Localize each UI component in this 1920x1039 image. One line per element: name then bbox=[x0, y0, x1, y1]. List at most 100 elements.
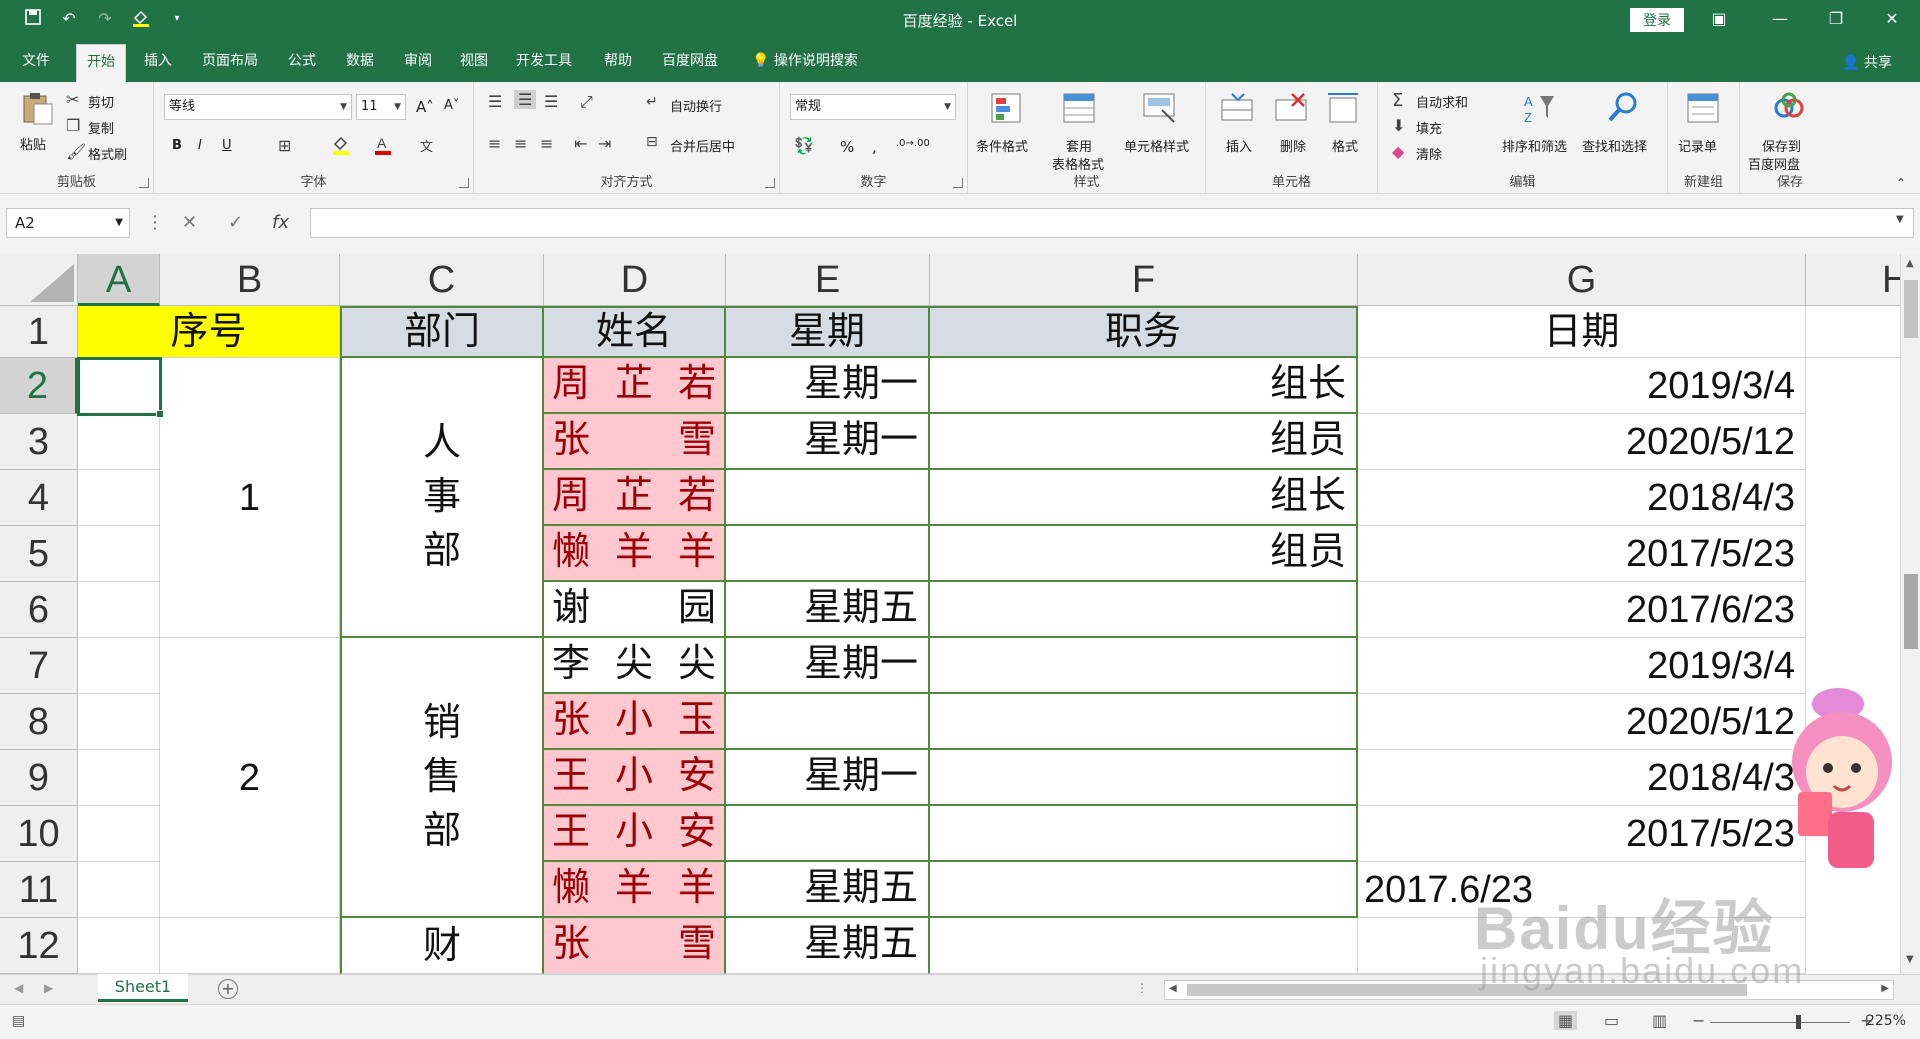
scroll-up-icon[interactable]: ▲ bbox=[1906, 258, 1914, 269]
cut-label[interactable]: 剪切 bbox=[88, 92, 114, 111]
column-header-c[interactable]: C bbox=[340, 254, 544, 306]
tab-split-icon[interactable]: ⋮ bbox=[1136, 981, 1148, 995]
name-cell-r3[interactable]: 张雪 bbox=[544, 414, 726, 470]
column-header-f[interactable]: F bbox=[930, 254, 1358, 306]
minimize-button[interactable]: — bbox=[1752, 0, 1808, 38]
header-cell-date[interactable]: 日期 bbox=[1358, 306, 1806, 358]
worksheet-grid[interactable]: A B C D E F G H 1 2 3 4 5 6 7 8 9 10 11 … bbox=[0, 254, 1900, 974]
name-cell-r4[interactable]: 周芷若 bbox=[544, 470, 726, 526]
cell-a9[interactable] bbox=[78, 750, 160, 806]
copy-label[interactable]: 复制 bbox=[88, 118, 114, 137]
name-cell-r9[interactable]: 王小安 bbox=[544, 750, 726, 806]
row-header-7[interactable]: 7 bbox=[0, 638, 78, 694]
dept-cell-group-2[interactable]: 销 售 部 bbox=[340, 638, 544, 918]
wrap-text-label[interactable]: 自动换行 bbox=[670, 96, 722, 115]
cell-a8[interactable] bbox=[78, 694, 160, 750]
cell-a11[interactable] bbox=[78, 862, 160, 918]
role-cell-r6[interactable] bbox=[930, 582, 1358, 638]
header-cell-seq[interactable]: 序号 bbox=[78, 306, 340, 358]
row-header-5[interactable]: 5 bbox=[0, 526, 78, 582]
align-center-icon[interactable]: ≡ bbox=[514, 134, 527, 153]
tab-home[interactable]: 开始 bbox=[76, 44, 126, 82]
phonetic-icon[interactable]: 文 bbox=[420, 136, 433, 155]
cell-a3[interactable] bbox=[78, 414, 160, 470]
weekday-cell-r11[interactable]: 星期五 bbox=[726, 862, 930, 918]
record-form-button[interactable]: 记录单 bbox=[1674, 88, 1734, 168]
role-cell-r7[interactable] bbox=[930, 638, 1358, 694]
highlight-fill-icon[interactable] bbox=[330, 134, 352, 160]
zoom-out-icon[interactable]: − bbox=[1692, 1011, 1705, 1030]
name-cell-r5[interactable]: 懒羊羊 bbox=[544, 526, 726, 582]
autosum-icon[interactable]: Σ bbox=[1392, 90, 1403, 111]
page-break-view-icon[interactable]: ▥ bbox=[1652, 1011, 1667, 1030]
number-format-select[interactable]: 常规 ▼ bbox=[790, 94, 956, 120]
format-painter-label[interactable]: 格式刷 bbox=[88, 144, 127, 163]
tab-file[interactable]: 文件 bbox=[22, 50, 50, 70]
format-painter-icon[interactable]: 🖌 bbox=[66, 142, 86, 161]
cell-styles-button[interactable]: 单元格样式 bbox=[1118, 88, 1202, 168]
increase-decimal-icon[interactable]: .0→.00 bbox=[896, 138, 930, 149]
decrease-font-icon[interactable]: A˅ bbox=[444, 98, 459, 113]
font-size-select[interactable]: 11 ▼ bbox=[356, 94, 406, 120]
cancel-icon[interactable]: ✕ bbox=[182, 212, 197, 233]
expand-formula-icon[interactable]: ▼ bbox=[1896, 214, 1904, 225]
insert-cells-button[interactable]: 插入 bbox=[1214, 88, 1264, 168]
dept-cell-group-1[interactable]: 人 事 部 bbox=[340, 358, 544, 638]
name-box[interactable]: A2 ▼ bbox=[6, 208, 130, 238]
borders-icon[interactable]: ⊞ bbox=[278, 136, 291, 155]
scroll-down-icon[interactable]: ▼ bbox=[1906, 954, 1914, 965]
tab-baidu-netdisk[interactable]: 百度网盘 bbox=[662, 50, 718, 70]
weekday-cell-r3[interactable]: 星期一 bbox=[726, 414, 930, 470]
column-header-d[interactable]: D bbox=[544, 254, 726, 306]
comma-button[interactable]: , bbox=[872, 138, 877, 156]
align-top-icon[interactable]: ☰ bbox=[488, 92, 502, 111]
fill-label[interactable]: 填充 bbox=[1416, 118, 1442, 137]
date-cell-r9[interactable]: 2018/4/3 bbox=[1358, 750, 1806, 806]
column-header-e[interactable]: E bbox=[726, 254, 930, 306]
font-name-select[interactable]: 等线 ▼ bbox=[164, 94, 352, 120]
fill-handle[interactable] bbox=[156, 410, 164, 418]
name-cell-r10[interactable]: 王小安 bbox=[544, 806, 726, 862]
dept-cell-group-3[interactable]: 财 bbox=[340, 918, 544, 974]
seq-cell-group-1[interactable]: 1 bbox=[160, 358, 340, 638]
align-left-icon[interactable]: ≡ bbox=[488, 134, 501, 153]
column-header-g[interactable]: G bbox=[1358, 254, 1806, 306]
page-layout-view-icon[interactable]: ▭ bbox=[1604, 1011, 1619, 1030]
vertical-scroll-thumb[interactable] bbox=[1904, 280, 1918, 338]
clear-label[interactable]: 清除 bbox=[1416, 144, 1442, 163]
row-header-6[interactable]: 6 bbox=[0, 582, 78, 638]
add-sheet-button[interactable]: + bbox=[218, 979, 238, 999]
row-header-12[interactable]: 12 bbox=[0, 918, 78, 974]
header-cell-dept[interactable]: 部门 bbox=[340, 306, 544, 358]
row-header-9[interactable]: 9 bbox=[0, 750, 78, 806]
header-cell-name[interactable]: 姓名 bbox=[544, 306, 726, 358]
row-header-2[interactable]: 2 bbox=[0, 358, 78, 414]
ribbon-display-icon[interactable]: ▣ bbox=[1708, 8, 1730, 30]
clipboard-launcher-icon[interactable] bbox=[139, 178, 149, 188]
share-button[interactable]: 👤 共享 bbox=[1842, 52, 1892, 72]
scroll-left-icon[interactable]: ◀ bbox=[1169, 983, 1177, 994]
sheet-nav-prev-icon[interactable]: ◀ bbox=[14, 981, 23, 995]
tell-me-search[interactable]: 💡 操作说明搜索 bbox=[752, 50, 858, 70]
scissors-icon[interactable]: ✂ bbox=[66, 90, 79, 109]
sheet-nav-next-icon[interactable]: ▶ bbox=[44, 981, 53, 995]
italic-button[interactable]: I bbox=[198, 138, 202, 153]
name-cell-r7[interactable]: 李尖尖 bbox=[544, 638, 726, 694]
find-select-button[interactable]: 查找和选择 bbox=[1582, 88, 1664, 168]
format-as-table-button[interactable]: 套用 表格格式 bbox=[1044, 88, 1116, 173]
weekday-cell-r10[interactable] bbox=[726, 806, 930, 862]
increase-font-icon[interactable]: A˄ bbox=[416, 98, 434, 116]
scroll-right-icon[interactable]: ▶ bbox=[1881, 983, 1889, 994]
name-cell-r12[interactable]: 张雪 bbox=[544, 918, 726, 974]
select-all-corner[interactable] bbox=[0, 254, 78, 306]
date-cell-r2[interactable]: 2019/3/4 bbox=[1358, 358, 1806, 414]
align-right-icon[interactable]: ≡ bbox=[540, 134, 553, 153]
restore-button[interactable]: ❐ bbox=[1808, 0, 1864, 38]
date-cell-r7[interactable]: 2019/3/4 bbox=[1358, 638, 1806, 694]
normal-view-icon[interactable]: ▦ bbox=[1554, 1011, 1578, 1030]
cell-a12[interactable] bbox=[78, 918, 160, 974]
weekday-cell-r5[interactable] bbox=[726, 526, 930, 582]
number-launcher-icon[interactable] bbox=[953, 178, 963, 188]
cell-a5[interactable] bbox=[78, 526, 160, 582]
row-header-10[interactable]: 10 bbox=[0, 806, 78, 862]
